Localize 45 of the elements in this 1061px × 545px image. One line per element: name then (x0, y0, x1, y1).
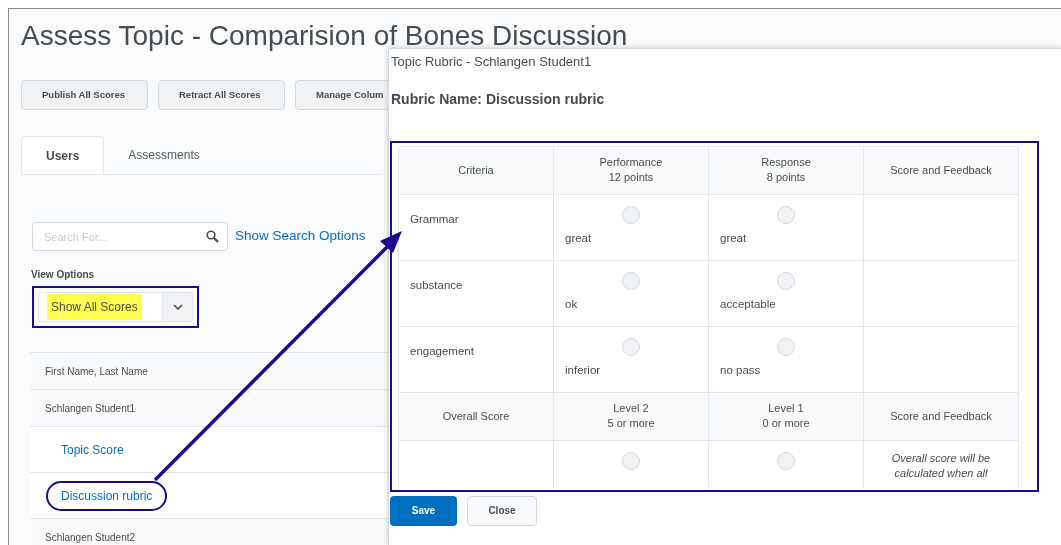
radio-button[interactable] (777, 337, 795, 356)
dialog-title: Topic Rubric - Schlangen Student1 (390, 53, 593, 71)
radio-button[interactable] (622, 271, 640, 290)
level-description: ok (564, 296, 578, 312)
column-header: Level 2 5 or more (554, 392, 709, 441)
view-options-dropdown[interactable]: Show All Scores (38, 292, 193, 322)
search-icon (206, 230, 219, 243)
column-header: Criteria (399, 146, 554, 195)
show-search-options-link[interactable]: Show Search Options (235, 226, 366, 247)
save-button[interactable]: Save (390, 495, 457, 526)
radio-button[interactable] (622, 337, 640, 356)
column-header: Response 8 points (709, 146, 864, 195)
close-button[interactable]: Close (467, 495, 537, 526)
toolbar-button[interactable]: Retract All Scores (158, 80, 285, 110)
criterion-name: substance (410, 278, 463, 291)
radio-button[interactable] (777, 451, 795, 470)
level-description: inferior (564, 362, 601, 378)
overall-score-note: Overall score will be calculated when all (890, 450, 992, 481)
criterion-name: Grammar (410, 212, 459, 225)
toolbar-button[interactable]: Publish All Scores (21, 80, 148, 110)
radio-button[interactable] (777, 205, 795, 224)
radio-button[interactable] (777, 271, 795, 290)
chevron-down-icon (172, 304, 183, 310)
view-options-label: View Options (31, 268, 95, 282)
level-description: great (719, 230, 747, 246)
dropdown-value: Show All Scores (47, 294, 142, 320)
radio-button[interactable] (622, 205, 640, 224)
student-name: Schlangen Student2 (45, 530, 136, 545)
student-name: Schlangen Student1 (45, 401, 136, 416)
radio-button[interactable] (622, 451, 640, 470)
tab[interactable]: Users (21, 136, 105, 174)
rubric-link[interactable]: Discussion rubric (46, 480, 168, 511)
level-description: no pass (719, 362, 761, 378)
criterion-name: engagement (410, 344, 474, 357)
search-field[interactable]: Search For... (32, 222, 228, 251)
level-description: great (564, 230, 592, 246)
column-header: Level 1 0 or more (709, 392, 864, 441)
column-header: Performance 12 points (554, 146, 709, 195)
tab[interactable]: Assessments (104, 136, 224, 174)
column-header: Overall Score (399, 392, 554, 441)
column-header: Score and Feedback (864, 146, 1019, 195)
level-description: acceptable (719, 296, 776, 312)
column-header: Score and Feedback (864, 392, 1019, 441)
rubric-link[interactable]: Topic Score (46, 434, 139, 465)
page-title: Assess Topic - Comparision of Bones Discussion (21, 19, 629, 53)
